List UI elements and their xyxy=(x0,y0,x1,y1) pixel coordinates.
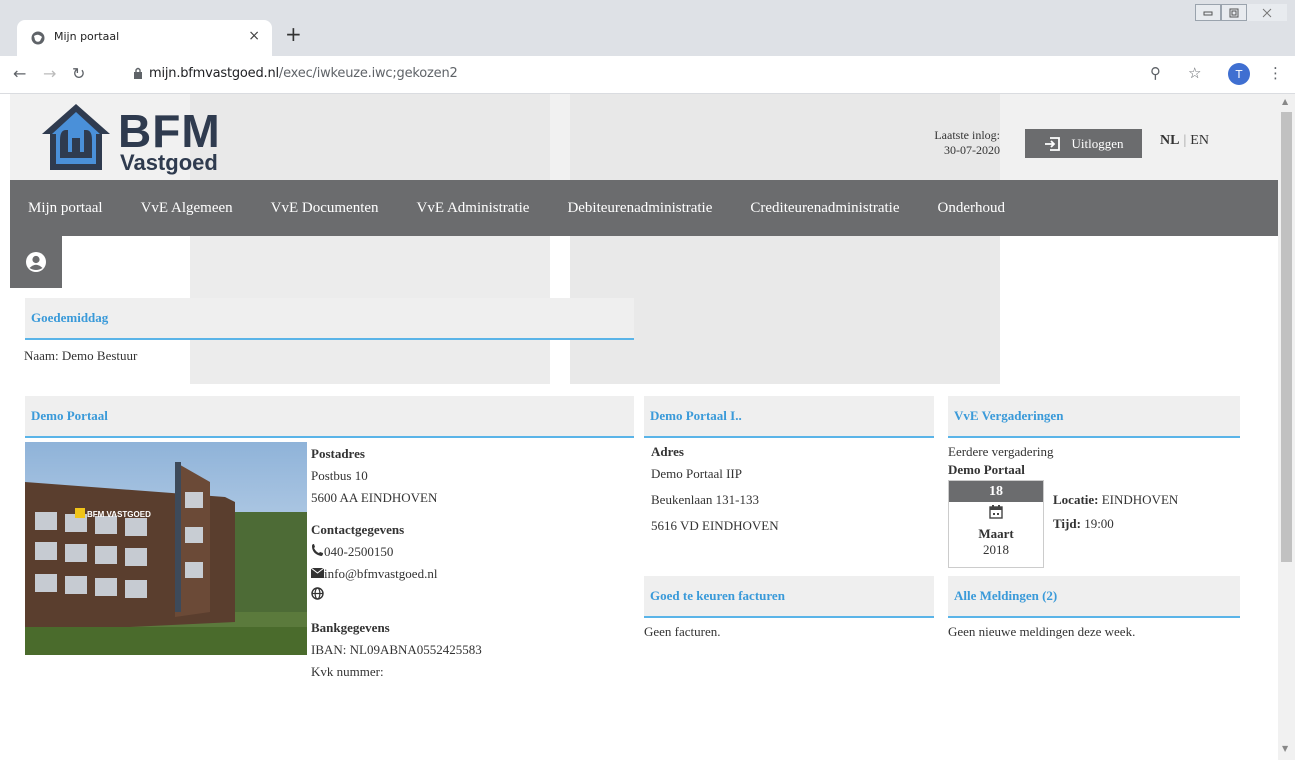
postal-line2: 5600 AA EINDHOVEN xyxy=(311,490,438,505)
meeting-time: Tijd: 19:00 xyxy=(1053,516,1114,531)
kvk-line: Kvk nummer: xyxy=(311,664,384,679)
user-circle-icon xyxy=(26,252,46,272)
house-hands-logo-icon[interactable] xyxy=(38,100,114,176)
zoom-icon[interactable]: ⚲ xyxy=(1150,64,1161,82)
meeting-day: 18 xyxy=(949,481,1043,502)
meetings-title: VvE Vergaderingen xyxy=(954,408,1064,423)
nav-item-onderhoud[interactable]: Onderhoud xyxy=(918,200,1024,217)
url-path: /exec/iwkeuze.iwc;gekozen2 xyxy=(278,66,458,81)
browser-tab-strip: Mijn portaal × + xyxy=(0,0,1295,56)
lock-icon xyxy=(134,67,142,79)
logout-button[interactable]: Uitloggen xyxy=(1025,129,1142,158)
nav-item-vve-administratie[interactable]: VvE Administratie xyxy=(397,200,548,217)
main-navigation: Mijn portaal VvE Algemeen VvE Documenten… xyxy=(10,180,1278,236)
bank-heading: Bankgegevens xyxy=(311,620,390,635)
iban-line: IBAN: NL09ABNA0552425583 xyxy=(311,642,482,657)
greeting-title: Goedemiddag xyxy=(31,310,109,325)
reload-icon[interactable]: ↻ xyxy=(72,64,85,83)
greeting-name: Naam: Demo Bestuur xyxy=(24,348,138,363)
svg-text:BFM VASTGOED: BFM VASTGOED xyxy=(87,510,151,519)
tab-close-icon[interactable]: × xyxy=(248,28,260,44)
building-photo: BFM VASTGOED xyxy=(25,442,307,655)
postal-line1: Postbus 10 xyxy=(311,468,368,483)
last-login: Laatste inlog: 30-07-2020 xyxy=(910,128,1000,158)
meeting-name: Demo Portaal xyxy=(948,462,1025,477)
phone-number[interactable]: 040-2500150 xyxy=(324,544,393,559)
browser-tab[interactable]: Mijn portaal × xyxy=(17,20,272,56)
portal2-line1: Demo Portaal IIP xyxy=(651,466,742,481)
logout-label: Uitloggen xyxy=(1071,135,1124,151)
website-line xyxy=(311,584,324,608)
lang-separator: | xyxy=(1183,133,1187,148)
window-controls xyxy=(1195,4,1287,21)
portal2-line2: Beukenlaan 131-133 xyxy=(651,492,759,507)
greeting-panel-header: Goedemiddag xyxy=(25,298,634,340)
tab-title: Mijn portaal xyxy=(54,30,120,43)
scroll-down-icon[interactable]: ▼ xyxy=(1282,744,1288,753)
nav-item-vve-algemeen[interactable]: VvE Algemeen xyxy=(121,200,251,217)
invoices-empty: Geen facturen. xyxy=(644,624,721,639)
menu-dots-icon[interactable]: ⋮ xyxy=(1268,64,1283,82)
notifications-panel-header[interactable]: Alle Meldingen (2) xyxy=(948,576,1240,618)
page-viewport: BFM Vastgoed Laatste inlog: 30-07-2020 U… xyxy=(10,94,1278,760)
logo-vastgoed-text: Vastgoed xyxy=(120,150,218,175)
meeting-location: Locatie: EINDHOVEN xyxy=(1053,492,1179,507)
forward-arrow-icon[interactable]: → xyxy=(43,64,56,83)
close-window-icon[interactable] xyxy=(1247,4,1287,21)
logout-icon xyxy=(1044,136,1060,151)
meetings-panel-header: VvE Vergaderingen xyxy=(948,396,1240,438)
email-line: info@bfmvastgoed.nl xyxy=(310,562,437,586)
phone-icon xyxy=(312,544,323,556)
portal2-panel-header: Demo Portaal I.. xyxy=(644,396,934,438)
nav-item-crediteurenadministratie[interactable]: Crediteurenadministratie xyxy=(730,200,917,217)
meeting-date-card[interactable]: 18 Maart 2018 xyxy=(948,480,1044,568)
language-switcher: NL | EN xyxy=(1160,133,1209,149)
site-header: BFM Vastgoed Laatste inlog: 30-07-2020 U… xyxy=(10,94,1278,180)
profile-avatar[interactable]: T xyxy=(1228,63,1250,85)
last-login-date: 30-07-2020 xyxy=(944,143,1000,157)
globe-icon[interactable] xyxy=(311,587,324,600)
url-host: mijn.bfmvastgoed.nl xyxy=(149,66,279,81)
invoices-panel-header: Goed te keuren facturen xyxy=(644,576,934,618)
portal2-address-heading: Adres xyxy=(651,444,684,459)
last-login-label: Laatste inlog: xyxy=(934,128,1000,142)
calendar-icon xyxy=(989,505,1003,519)
browser-toolbar: ← → ↻ mijn.bfmvastgoed.nl/exec/iwkeuze.i… xyxy=(0,56,1295,94)
notifications-title[interactable]: Alle Meldingen (2) xyxy=(954,588,1057,604)
meeting-year: 2018 xyxy=(983,542,1009,557)
invoices-title: Goed te keuren facturen xyxy=(650,588,785,603)
nav-item-debiteurenadministratie[interactable]: Debiteurenadministratie xyxy=(547,200,730,217)
maximize-icon[interactable] xyxy=(1221,4,1247,21)
portal2-title: Demo Portaal I.. xyxy=(650,408,742,423)
contact-heading: Contactgegevens xyxy=(311,522,405,537)
email-address[interactable]: info@bfmvastgoed.nl xyxy=(324,566,437,581)
nav-item-vve-documenten[interactable]: VvE Documenten xyxy=(251,200,397,217)
portal-title: Demo Portaal xyxy=(31,408,108,423)
user-profile-button[interactable] xyxy=(10,236,62,288)
page-scrollbar[interactable]: ▲ ▼ xyxy=(1278,94,1295,760)
star-icon[interactable]: ☆ xyxy=(1188,64,1201,82)
meeting-month: Maart xyxy=(978,526,1014,541)
globe-favicon-icon xyxy=(31,31,45,45)
portal2-line3: 5616 VD EINDHOVEN xyxy=(651,518,779,533)
nav-item-mijn-portaal[interactable]: Mijn portaal xyxy=(10,200,121,217)
phone-line: 040-2500150 xyxy=(311,540,393,564)
new-tab-button[interactable]: + xyxy=(285,24,302,44)
back-arrow-icon[interactable]: ← xyxy=(13,64,26,83)
portal-panel-header: Demo Portaal xyxy=(25,396,634,438)
address-bar[interactable]: mijn.bfmvastgoed.nl/exec/iwkeuze.iwc;gek… xyxy=(149,66,458,81)
minimize-icon[interactable] xyxy=(1195,4,1221,21)
lang-en-link[interactable]: EN xyxy=(1190,133,1209,148)
lang-nl-link[interactable]: NL xyxy=(1160,133,1179,148)
postal-heading: Postadres xyxy=(311,446,365,461)
notifications-empty: Geen nieuwe meldingen deze week. xyxy=(948,624,1136,639)
envelope-icon xyxy=(310,567,325,578)
scrollbar-thumb[interactable] xyxy=(1281,112,1292,562)
scroll-up-icon[interactable]: ▲ xyxy=(1282,97,1288,106)
